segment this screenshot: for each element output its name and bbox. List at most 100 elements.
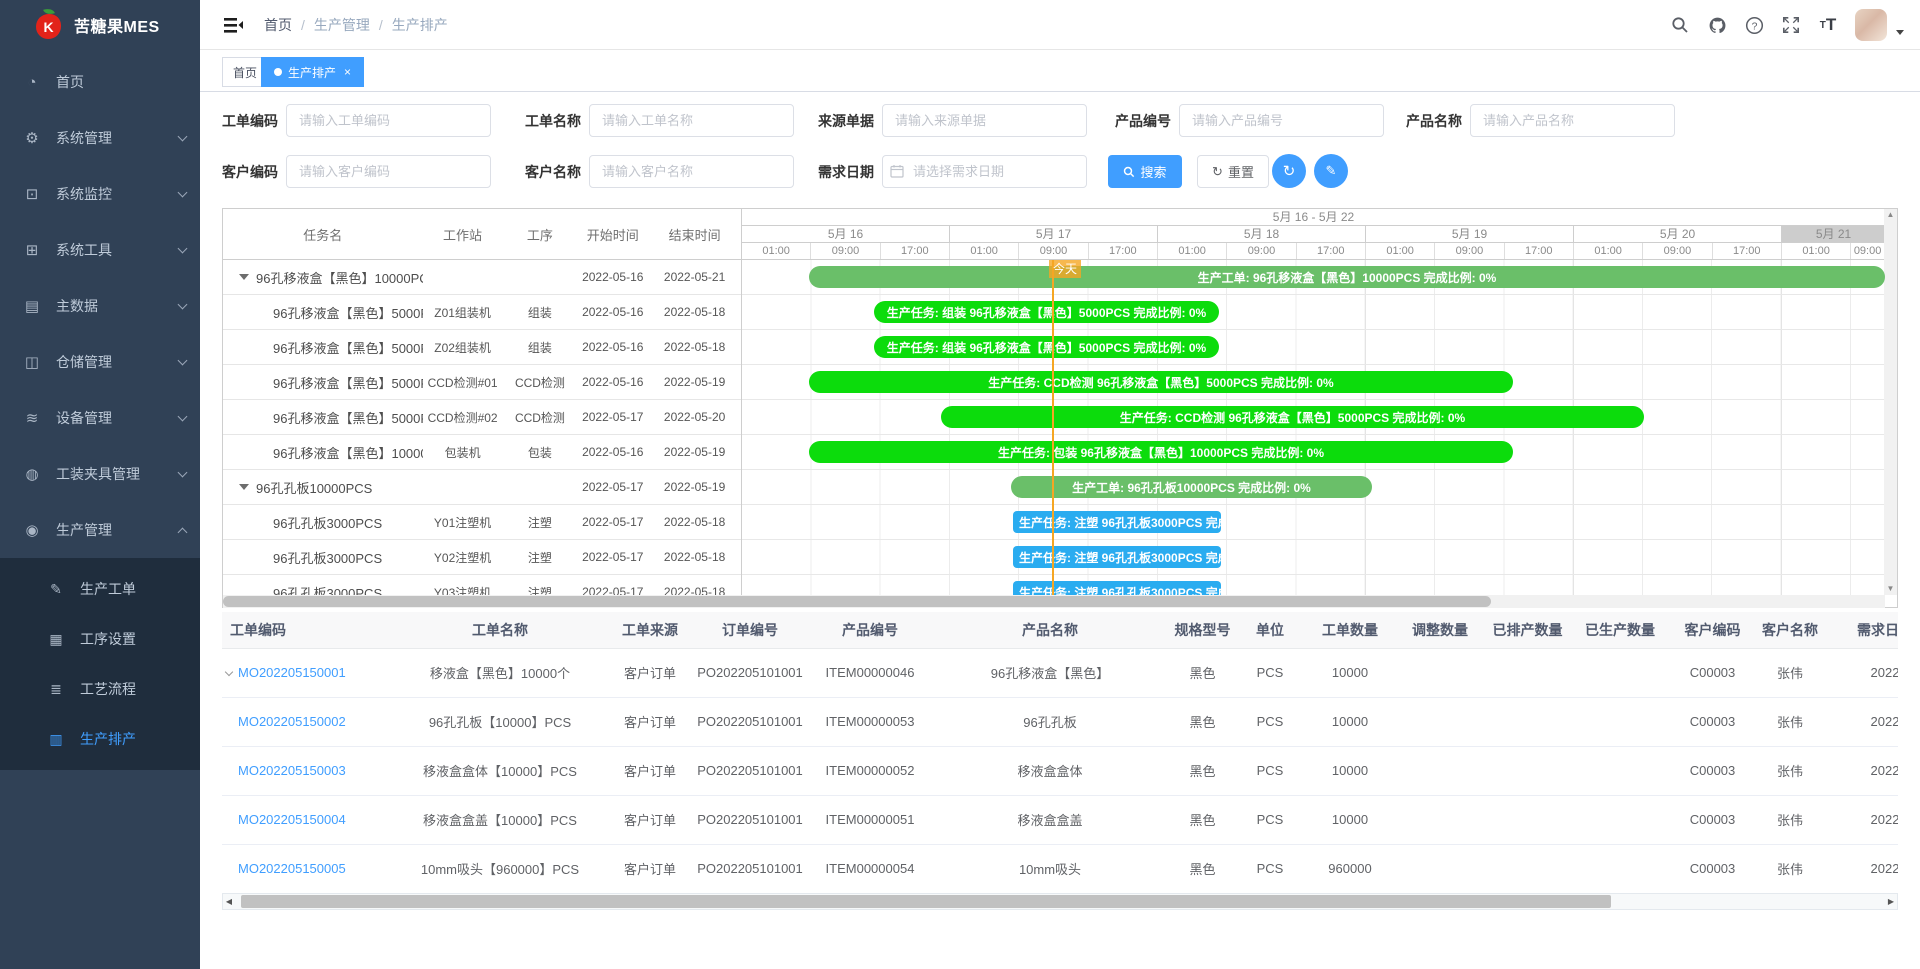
- sidebar-item-master-data[interactable]: ▤ 主数据: [0, 278, 200, 334]
- sidebar-item-production[interactable]: ◉ 生产管理: [0, 502, 200, 558]
- gantt-horizontal-scrollbar[interactable]: [223, 595, 1885, 608]
- table-cell-qty: 10000: [1305, 648, 1395, 697]
- gantt-task-bar[interactable]: 生产任务: CCD检测 96孔移液盒【黑色】5000PCS 完成比例: 0%: [809, 371, 1513, 393]
- gantt-task-row[interactable]: 96孔孔板3000PCSY03注塑机注塑2022-05-172022-05-18: [223, 575, 741, 595]
- table-cell-name: 10mm吸头【960000】PCS: [390, 844, 610, 893]
- task-workstation: CCD检测#02: [423, 409, 503, 426]
- sidebar-item-work-orders[interactable]: ✎ 生产工单: [0, 564, 200, 614]
- edit-circle-button[interactable]: ✎: [1314, 154, 1348, 188]
- sidebar-item-process-settings[interactable]: ▦ 工序设置: [0, 614, 200, 664]
- sidebar-item-label: 首页: [56, 72, 186, 92]
- table-cell-order_no: PO202205101001: [690, 844, 810, 893]
- gantt-task-row[interactable]: 96孔孔板10000PCS2022-05-172022-05-19: [223, 470, 741, 505]
- gantt-col-task-name: 任务名: [223, 225, 423, 244]
- demand-date-input[interactable]: [882, 155, 1087, 188]
- sidebar-item-system-tools[interactable]: ⊞ 系统工具: [0, 222, 200, 278]
- github-icon[interactable]: [1707, 15, 1727, 35]
- sidebar-item-system-admin[interactable]: ⚙ 系统管理: [0, 110, 200, 166]
- gantt-task-bar[interactable]: 生产工单: 96孔孔板10000PCS 完成比例: 0%: [1011, 476, 1372, 498]
- table-row[interactable]: MO20220515000510mm吸头【960000】PCS客户订单PO202…: [222, 844, 1898, 893]
- font-size-icon[interactable]: TT: [1818, 15, 1838, 35]
- product-name-input[interactable]: [1470, 104, 1675, 137]
- table-row[interactable]: MO20220515000296孔孔板【10000】PCS客户订单PO20220…: [222, 697, 1898, 746]
- breadcrumb-level3[interactable]: 生产排产: [392, 15, 448, 35]
- search-button[interactable]: 搜索: [1108, 155, 1182, 188]
- work-order-code-input[interactable]: [286, 104, 491, 137]
- gantt-vertical-scrollbar[interactable]: ▲ ▼: [1884, 209, 1897, 595]
- scroll-right-icon[interactable]: ▶: [1885, 897, 1897, 906]
- scroll-up-icon[interactable]: ▲: [1887, 209, 1895, 221]
- avatar[interactable]: [1855, 9, 1887, 41]
- table-horizontal-scrollbar[interactable]: ◀ ▶: [222, 893, 1898, 910]
- sidebar-item-equipment[interactable]: ≋ 设备管理: [0, 390, 200, 446]
- gantt-task-bar[interactable]: 生产任务: 注塑 96孔孔板3000PCS 完成比例: 0%: [1013, 581, 1221, 595]
- gantt-task-bar[interactable]: 生产任务: 包装 96孔移液盒【黑色】10000PCS 完成比例: 0%: [809, 441, 1513, 463]
- gantt-task-bar[interactable]: 生产任务: 组装 96孔移液盒【黑色】5000PCS 完成比例: 0%: [874, 336, 1219, 358]
- work-order-link[interactable]: MO202205150001: [238, 665, 346, 680]
- scroll-left-icon[interactable]: ◀: [223, 897, 235, 906]
- fullscreen-icon[interactable]: [1781, 15, 1801, 35]
- gantt-task-row[interactable]: 96孔孔板3000PCSY02注塑机注塑2022-05-172022-05-18: [223, 540, 741, 575]
- sidebar-item-warehouse[interactable]: ◫ 仓储管理: [0, 334, 200, 390]
- collapse-triangle-icon[interactable]: [239, 484, 249, 490]
- sidebar-collapse-icon[interactable]: [222, 14, 244, 36]
- sidebar-item-production-schedule[interactable]: ▥ 生产排产: [0, 714, 200, 764]
- gantt-task-row[interactable]: 96孔移液盒【黑色】5000PCSZ02组装机组装2022-05-162022-…: [223, 330, 741, 365]
- work-order-link[interactable]: MO202205150003: [238, 763, 346, 778]
- sidebar-item-process-flow[interactable]: ≣ 工艺流程: [0, 664, 200, 714]
- toolbox-icon: ⊞: [24, 241, 40, 259]
- caret-down-icon[interactable]: [1896, 30, 1904, 35]
- gantt-task-bar[interactable]: 生产工单: 96孔移液盒【黑色】10000PCS 完成比例: 0%: [809, 266, 1885, 288]
- work-order-link[interactable]: MO202205150005: [238, 861, 346, 876]
- hour-label: 09:00: [1643, 243, 1712, 259]
- table-row[interactable]: MO202205150001移液盒【黑色】10000个客户订单PO2022051…: [222, 648, 1898, 697]
- breadcrumb-home[interactable]: 首页: [264, 15, 292, 35]
- production-submenu: ✎ 生产工单 ▦ 工序设置 ≣ 工艺流程 ▥ 生产排产: [0, 558, 200, 770]
- scroll-down-icon[interactable]: ▼: [1887, 583, 1895, 595]
- task-start: 2022-05-17: [577, 550, 648, 564]
- logo-fruit-icon: K: [34, 10, 64, 40]
- task-end: 2022-05-19: [648, 480, 741, 494]
- table-cell-source: 客户订单: [610, 697, 690, 746]
- gantt-task-row[interactable]: 96孔移液盒【黑色】5000PCSZ01组装机组装2022-05-162022-…: [223, 295, 741, 330]
- product-no-input[interactable]: [1179, 104, 1384, 137]
- app-logo[interactable]: K 苦糖果MES: [0, 0, 200, 50]
- gantt-task-bar[interactable]: 生产任务: 注塑 96孔孔板3000PCS 完成比例: 0%: [1013, 546, 1221, 568]
- work-order-link[interactable]: MO202205150004: [238, 812, 346, 827]
- work-order-link[interactable]: MO202205150002: [238, 714, 346, 729]
- gantt-task-row[interactable]: 96孔移液盒【黑色】10000PCS包装机包装2022-05-162022-05…: [223, 435, 741, 470]
- work-order-name-input[interactable]: [589, 104, 794, 137]
- close-icon[interactable]: ×: [344, 65, 351, 79]
- search-icon[interactable]: [1670, 15, 1690, 35]
- table-row[interactable]: MO202205150003移液盒盒体【10000】PCS客户订单PO20220…: [222, 746, 1898, 795]
- table-cell-produced_qty: [1570, 795, 1670, 844]
- chevron-down-icon[interactable]: [225, 667, 233, 675]
- task-start: 2022-05-16: [577, 340, 648, 354]
- filter-label: 客户名称: [525, 162, 581, 182]
- source-doc-input[interactable]: [882, 104, 1087, 137]
- gantt-task-row[interactable]: 96孔移液盒【黑色】5000PCSCCD检测#01CCD检测2022-05-16…: [223, 365, 741, 400]
- gantt-task-row[interactable]: 96孔移液盒【黑色】5000PCSCCD检测#02CCD检测2022-05-17…: [223, 400, 741, 435]
- scrollbar-thumb[interactable]: [223, 596, 1491, 607]
- sidebar-item-system-monitor[interactable]: ⊡ 系统监控: [0, 166, 200, 222]
- reset-button[interactable]: ↻ 重置: [1197, 155, 1269, 188]
- tab-production-schedule[interactable]: 生产排产 ×: [261, 57, 364, 87]
- gantt-task-row[interactable]: 96孔移液盒【黑色】10000PCS2022-05-162022-05-21: [223, 260, 741, 295]
- gantt-task-bar[interactable]: 生产任务: 注塑 96孔孔板3000PCS 完成比例: 0%: [1013, 511, 1221, 533]
- refresh-icon: ↻: [1283, 162, 1296, 180]
- gantt-task-bar[interactable]: 生产任务: CCD检测 96孔移液盒【黑色】5000PCS 完成比例: 0%: [941, 406, 1644, 428]
- scrollbar-thumb[interactable]: [241, 895, 1611, 908]
- collapse-triangle-icon[interactable]: [239, 274, 249, 280]
- gantt-task-bar[interactable]: 生产任务: 组装 96孔移液盒【黑色】5000PCS 完成比例: 0%: [874, 301, 1219, 323]
- task-end: 2022-05-19: [648, 375, 741, 389]
- customer-code-input[interactable]: [286, 155, 491, 188]
- customer-name-input[interactable]: [589, 155, 794, 188]
- sidebar-item-fixtures[interactable]: ◍ 工装夹具管理: [0, 446, 200, 502]
- gantt-task-row[interactable]: 96孔孔板3000PCSY01注塑机注塑2022-05-172022-05-18: [223, 505, 741, 540]
- sidebar-item-home[interactable]: ◔ 首页: [0, 54, 200, 110]
- chevron-down-icon: [178, 411, 188, 421]
- breadcrumb-level2[interactable]: 生产管理: [314, 15, 370, 35]
- table-row[interactable]: MO202205150004移液盒盒盖【10000】PCS客户订单PO20220…: [222, 795, 1898, 844]
- refresh-circle-button[interactable]: ↻: [1272, 154, 1306, 188]
- help-icon[interactable]: ?: [1744, 15, 1764, 35]
